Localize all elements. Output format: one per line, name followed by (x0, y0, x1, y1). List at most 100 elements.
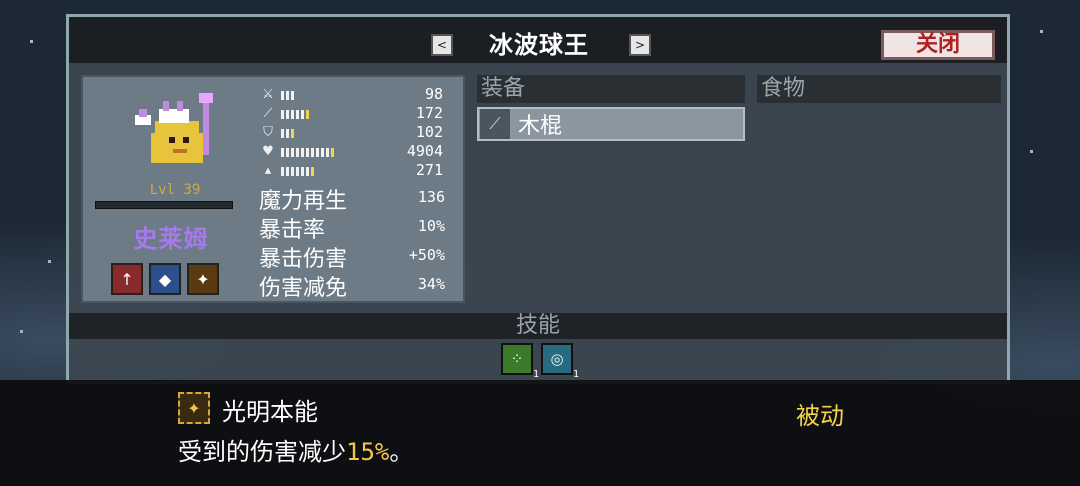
experience-bar (95, 201, 233, 209)
skill-name: 光明本能 (222, 398, 318, 426)
desc-suffix: 。 (389, 438, 414, 466)
star (20, 330, 23, 333)
stat-pip (291, 109, 294, 119)
stat-row: ⟋ 172 (259, 104, 443, 124)
attack-up-badge[interactable]: ↑ (111, 263, 143, 295)
stat-pip (306, 166, 309, 176)
stat-pip (311, 166, 314, 176)
next-character-button[interactable]: > (629, 34, 651, 56)
stat-pip (286, 147, 289, 157)
attribute-label: 魔力再生 (259, 189, 348, 214)
stat-pips (281, 166, 314, 176)
star (1040, 30, 1043, 33)
stat-pip (281, 109, 284, 119)
stick-icon: ⟋ (480, 109, 510, 139)
stat-row: ▴ 271 (259, 161, 443, 181)
skill-slot-count: 1 (573, 369, 580, 380)
stat-pip (326, 147, 329, 157)
character-name: 史莱姆 (133, 225, 209, 253)
sword-icon: ⚔ (262, 87, 274, 102)
stat-pip (286, 166, 289, 176)
close-button[interactable]: 关闭 (881, 30, 995, 60)
shield-icon: ⛉ (263, 125, 273, 140)
stat-value: 172 (415, 104, 443, 122)
stat-pips (281, 147, 334, 157)
skill-slot-2[interactable]: ◎ (541, 343, 573, 375)
character-panel: < 冰波球王 > 关闭 Lvl 39 史莱姆 ↑ ◆ ✦ ⚔ 98 ⟋ 172 ⛉ 102 ♥ 4… (66, 14, 1010, 384)
attribute-label: 伤害减免 (259, 276, 348, 301)
stat-value: 4904 (406, 142, 443, 160)
light-badge[interactable]: ✦ (187, 263, 219, 295)
prev-character-button[interactable]: < (431, 34, 453, 56)
stat-pip (301, 166, 304, 176)
equipment-header: 装备 (477, 75, 745, 103)
stat-pip (281, 90, 284, 100)
stat-pip (281, 166, 284, 176)
stat-pip (291, 166, 294, 176)
desc-prefix: 受到的伤害减少 (178, 438, 346, 466)
attribute-value: 136 (417, 188, 445, 206)
stat-row: ⚔ 98 (259, 85, 443, 105)
skill-description: 受到的伤害减少15%。 (178, 432, 413, 467)
stat-pip (281, 128, 284, 138)
stat-pips (281, 90, 294, 100)
skill-slot-1[interactable]: ⁘ (501, 343, 533, 375)
stat-value: 271 (415, 161, 443, 179)
desc-highlight: 15% (346, 438, 390, 466)
star (30, 40, 33, 43)
heart-icon: ♥ (262, 144, 274, 159)
slime-king-sprite (135, 93, 213, 163)
attribute-value: +50% (408, 246, 445, 264)
stat-pip (301, 109, 304, 119)
stat-pips (281, 128, 294, 138)
stat-pip (301, 147, 304, 157)
boot-icon: ▴ (264, 163, 272, 178)
attribute-row: 暴击率 10% (259, 212, 455, 243)
stat-pip (296, 147, 299, 157)
status-badges: ↑ ◆ ✦ (111, 263, 219, 297)
stat-pip (296, 166, 299, 176)
stat-pips (281, 109, 309, 119)
attribute-value: 34% (417, 275, 445, 293)
attribute-row: 魔力再生 136 (259, 183, 455, 214)
stat-pip (291, 147, 294, 157)
stat-pip (291, 128, 294, 138)
skill-tooltip: ✦ 光明本能 被动 受到的伤害减少15%。 (0, 380, 1080, 486)
stat-pip (286, 109, 289, 119)
equipment-item[interactable]: ⟋ 木棍 (477, 107, 745, 141)
stat-pip (321, 147, 324, 157)
stat-row: ♥ 4904 (259, 142, 443, 162)
stat-pip (306, 109, 309, 119)
stat-pip (296, 109, 299, 119)
attribute-value: 10% (417, 217, 445, 235)
equipment-item-name: 木棍 (518, 114, 563, 139)
stat-pip (331, 147, 334, 157)
stat-row: ⛉ 102 (259, 123, 443, 143)
staff-icon: ⟋ (263, 106, 273, 121)
character-title: 冰波球王 (489, 31, 589, 59)
title-bar: < 冰波球王 > 关闭 (69, 17, 1007, 63)
level-label: Lvl 39 (149, 182, 201, 198)
star (48, 260, 51, 263)
attribute-label: 暴击伤害 (259, 247, 348, 272)
skills-header: 技能 (69, 313, 1007, 339)
stat-pip (306, 147, 309, 157)
stats-card: Lvl 39 史莱姆 ↑ ◆ ✦ ⚔ 98 ⟋ 172 ⛉ 102 ♥ 4904 ▴ 271 魔力再生… (81, 75, 465, 303)
water-badge[interactable]: ◆ (149, 263, 181, 295)
stat-pip (286, 90, 289, 100)
stat-value: 98 (424, 85, 443, 103)
stat-value: 102 (415, 123, 443, 141)
skill-type: 被动 (796, 402, 844, 430)
skill-slot-count: 1 (533, 369, 540, 380)
stat-pip (316, 147, 319, 157)
light-instinct-icon: ✦ (178, 392, 210, 424)
stat-pip (291, 90, 294, 100)
attribute-row: 暴击伤害 +50% (259, 241, 455, 272)
attribute-row: 伤害减免 34% (259, 270, 455, 301)
stat-pip (286, 128, 289, 138)
attribute-label: 暴击率 (259, 218, 326, 243)
stat-pip (281, 147, 284, 157)
food-header: 食物 (757, 75, 1001, 103)
stat-pip (311, 147, 314, 157)
star (1030, 150, 1033, 153)
